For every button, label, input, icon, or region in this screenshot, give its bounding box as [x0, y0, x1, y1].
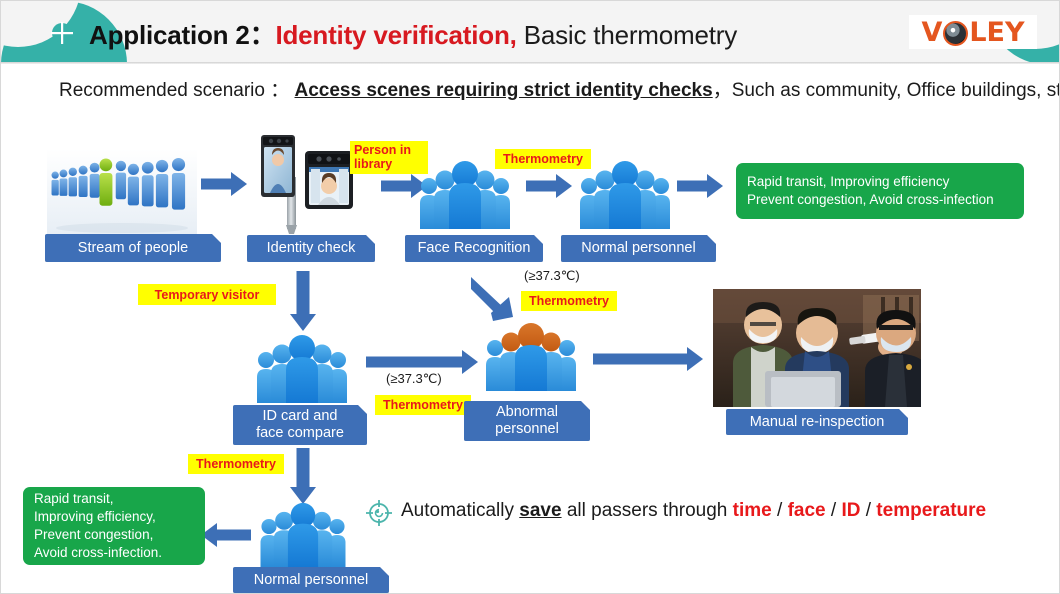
- page-title-main: Application 2: [89, 20, 250, 50]
- highlight-person-in-library: Person in library: [350, 141, 428, 174]
- arrow-normal2-to-greenbox2: [201, 522, 251, 548]
- people-group-icon-id-card: [256, 333, 348, 405]
- highlight-thermometry-2: Thermometry: [375, 395, 471, 415]
- arrow-identity-to-idcard: [289, 271, 317, 331]
- people-group-icon-normal-personnel-2: [257, 501, 349, 569]
- scenario-lead: Recommended scenario ：: [59, 80, 290, 101]
- label-id-card-and-face-compare[interactable]: ID card and face compare: [233, 405, 367, 445]
- crowd-of-blue-figures-photo: [47, 149, 197, 235]
- brand-logo-after: LEY: [969, 16, 1025, 48]
- label-normal-personnel-1-text: Normal personnel: [581, 240, 696, 257]
- label-identity-check[interactable]: Identity check: [247, 235, 375, 262]
- header-divider: [1, 62, 1059, 64]
- green-note-rapid-transit-1: Rapid transit, Improving efficiency Prev…: [736, 163, 1024, 219]
- arrow-abnormal-to-manual: [593, 346, 703, 372]
- page-title-plain: Basic thermometry: [516, 20, 738, 50]
- label-id-card-text: ID card and face compare: [256, 408, 344, 441]
- label-face-recognition-text: Face Recognition: [417, 240, 531, 257]
- auto-save-text-2: all passers through: [561, 500, 733, 521]
- label-manual-re-inspection[interactable]: Manual re-inspection: [726, 409, 908, 435]
- auto-save-sep-1: /: [771, 500, 788, 521]
- highlight-thermometry-1: Thermometry: [495, 149, 591, 169]
- people-group-icon-abnormal-personnel: [485, 321, 577, 393]
- auto-save-note: Automatically save all passers through t…: [401, 500, 986, 522]
- label-manual-re-inspection-text: Manual re-inspection: [749, 413, 885, 430]
- highlight-thermometry-4: Thermometry: [188, 454, 284, 474]
- scenario-tail: ，Such as community, Office buildings, st…: [712, 80, 1059, 101]
- label-normal-personnel-1[interactable]: Normal personnel: [561, 235, 716, 262]
- temp-threshold-note-2: (≥37.3℃): [386, 371, 442, 386]
- highlight-temporary-visitor: Temporary visitor: [138, 284, 276, 305]
- temp-threshold-note-1: (≥37.3℃): [524, 268, 580, 283]
- brand-logo-before: V: [921, 16, 943, 48]
- arrow-stream-to-identity: [201, 171, 247, 197]
- label-face-recognition[interactable]: Face Recognition: [405, 235, 543, 262]
- recommended-scenario-line: Recommended scenario ： Access scenes req…: [59, 75, 1059, 102]
- auto-save-field-temperature: temperature: [876, 500, 987, 521]
- green-note-rapid-transit-2: Rapid transit, Improving efficiency, Pre…: [23, 487, 205, 565]
- label-stream-of-people[interactable]: Stream of people: [45, 234, 221, 262]
- page-title-colon: ：: [249, 20, 276, 50]
- people-group-icon-face-recognition: [419, 159, 511, 231]
- auto-save-sep-2: /: [825, 500, 842, 521]
- auto-save-keyword: save: [519, 500, 562, 521]
- page-title-red: Identity verification,: [275, 20, 517, 50]
- auto-save-field-face: face: [787, 500, 826, 521]
- auto-save-field-time: time: [732, 500, 772, 521]
- camera-lens-icon: [943, 20, 969, 46]
- label-abnormal-personnel[interactable]: Abnormal personnel: [464, 401, 590, 441]
- highlight-thermometry-3: Thermometry: [521, 291, 617, 311]
- target-crosshair-icon: [366, 500, 392, 526]
- auto-save-sep-3: /: [860, 500, 877, 521]
- face-recognition-terminal-photo: [253, 133, 359, 235]
- label-normal-personnel-2[interactable]: Normal personnel: [233, 567, 389, 593]
- arrow-idcard-to-normal2: [289, 448, 317, 504]
- brand-logo: V LEY: [909, 15, 1037, 49]
- auto-save-text-1: Automatically: [401, 500, 520, 521]
- people-group-icon-normal-personnel: [579, 159, 671, 231]
- arrow-normal-to-greenbox: [677, 173, 723, 199]
- manual-temperature-check-photo: [713, 289, 921, 407]
- arrow-face-to-normal: [526, 173, 572, 199]
- page-title: Application 2：Identity verification, Bas…: [89, 15, 737, 52]
- label-identity-check-text: Identity check: [266, 240, 356, 257]
- auto-save-field-id: ID: [841, 500, 861, 521]
- label-stream-of-people-text: Stream of people: [77, 239, 189, 256]
- slide-canvas: Application 2：Identity verification, Bas…: [0, 0, 1060, 594]
- scenario-underlined: Access scenes requiring strict identity …: [294, 80, 713, 101]
- slide-header: Application 2：Identity verification, Bas…: [1, 1, 1059, 63]
- label-normal-personnel-2-text: Normal personnel: [253, 571, 369, 588]
- quadrant-circle-icon: [51, 22, 73, 44]
- label-abnormal-personnel-text: Abnormal personnel: [495, 404, 559, 437]
